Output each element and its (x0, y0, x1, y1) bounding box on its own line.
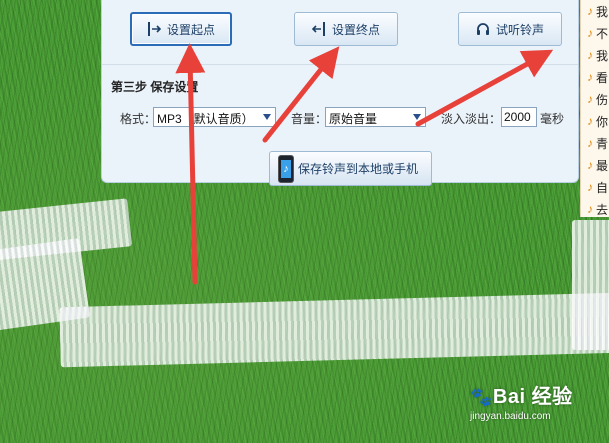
set-start-button[interactable]: 设置起点 (130, 12, 232, 46)
save-ringtone-label: 保存铃声到本地或手机 (298, 162, 419, 176)
set-end-button[interactable]: 设置终点 (294, 12, 398, 46)
list-item-label: 去 (596, 202, 609, 217)
set-start-label: 设置起点 (166, 22, 215, 37)
list-item[interactable]: ♪ 我 (581, 44, 609, 66)
music-note-icon: ♪ (587, 92, 593, 106)
list-item[interactable]: ♪ 我 (581, 0, 609, 22)
set-end-label: 设置终点 (331, 22, 380, 37)
list-item[interactable]: ♪ 你 (581, 110, 609, 132)
section-divider (102, 64, 578, 65)
list-item[interactable]: ♪ 不 (581, 22, 609, 44)
volume-value: 原始音量 (329, 112, 378, 126)
music-note-icon: ♪ (587, 26, 593, 40)
list-item-label: 我 (596, 48, 609, 63)
watermark-logo: 🐾Bai 经验 (470, 386, 573, 408)
list-item[interactable]: ♪ 自 (581, 176, 609, 198)
format-label: 格式： (120, 112, 157, 126)
list-item-label: 最 (596, 158, 609, 173)
music-note-icon: ♪ (587, 180, 593, 194)
list-item[interactable]: ♪ 伤 (581, 88, 609, 110)
list-item-label: 你 (596, 114, 609, 129)
volume-select[interactable]: 原始音量 (325, 107, 426, 127)
phone-icon (278, 154, 294, 183)
step3-title: 第三步 保存设置 (111, 80, 199, 94)
save-ringtone-button[interactable]: 保存铃声到本地或手机 (269, 151, 432, 186)
ringtone-list-sidebar: ♪ 我 ♪ 不 ♪ 我 ♪ 看 ♪ 伤 ♪ 你 ♪ 青 ♪ 最 ♪ 自 ♪ 去 (580, 0, 609, 217)
music-note-icon: ♪ (587, 202, 593, 216)
fade-label: 淡入淡出： (441, 112, 502, 126)
watermark-url: jingyan.baidu.com (470, 411, 551, 422)
list-item-label: 我 (596, 4, 609, 19)
baidu-jingyan-watermark: 🐾Bai 经验 jingyan.baidu.com (470, 380, 605, 440)
music-note-icon: ♪ (587, 158, 593, 172)
format-select[interactable]: MP3（默认音质） (153, 107, 276, 127)
fade-unit-label: 毫秒 (540, 112, 565, 126)
music-note-icon: ♪ (587, 114, 593, 128)
list-item-label: 自 (596, 180, 609, 195)
field-line (572, 220, 609, 350)
paw-icon: 🐾 (470, 387, 493, 407)
list-item[interactable]: ♪ 最 (581, 154, 609, 176)
list-item[interactable]: ♪ 去 (581, 198, 609, 217)
list-item-label: 不 (596, 26, 609, 41)
format-value: MP3（默认音质） (157, 112, 254, 126)
list-item-label: 青 (596, 136, 609, 151)
music-note-icon: ♪ (587, 70, 593, 84)
list-item-label: 伤 (596, 92, 609, 107)
volume-label: 音量： (291, 112, 328, 126)
music-note-icon: ♪ (587, 136, 593, 150)
chevron-down-icon (413, 114, 421, 120)
music-note-icon: ♪ (587, 48, 593, 62)
chevron-down-icon (263, 114, 271, 120)
preview-ringtone-label: 试听铃声 (495, 22, 544, 37)
fade-duration-input[interactable]: 2000 (501, 107, 537, 127)
set-start-icon (147, 21, 161, 37)
headphones-icon (476, 21, 490, 37)
list-item[interactable]: ♪ 看 (581, 66, 609, 88)
preview-ringtone-button[interactable]: 试听铃声 (458, 12, 562, 46)
set-end-icon (311, 21, 326, 37)
music-note-icon: ♪ (587, 4, 593, 18)
list-item[interactable]: ♪ 青 (581, 132, 609, 154)
ringtone-editor-panel: 设置起点 设置终点 试听铃声 第三步 保存设置 格式： MP3（默认音质） 音量… (101, 0, 579, 186)
list-item-label: 看 (596, 70, 609, 85)
